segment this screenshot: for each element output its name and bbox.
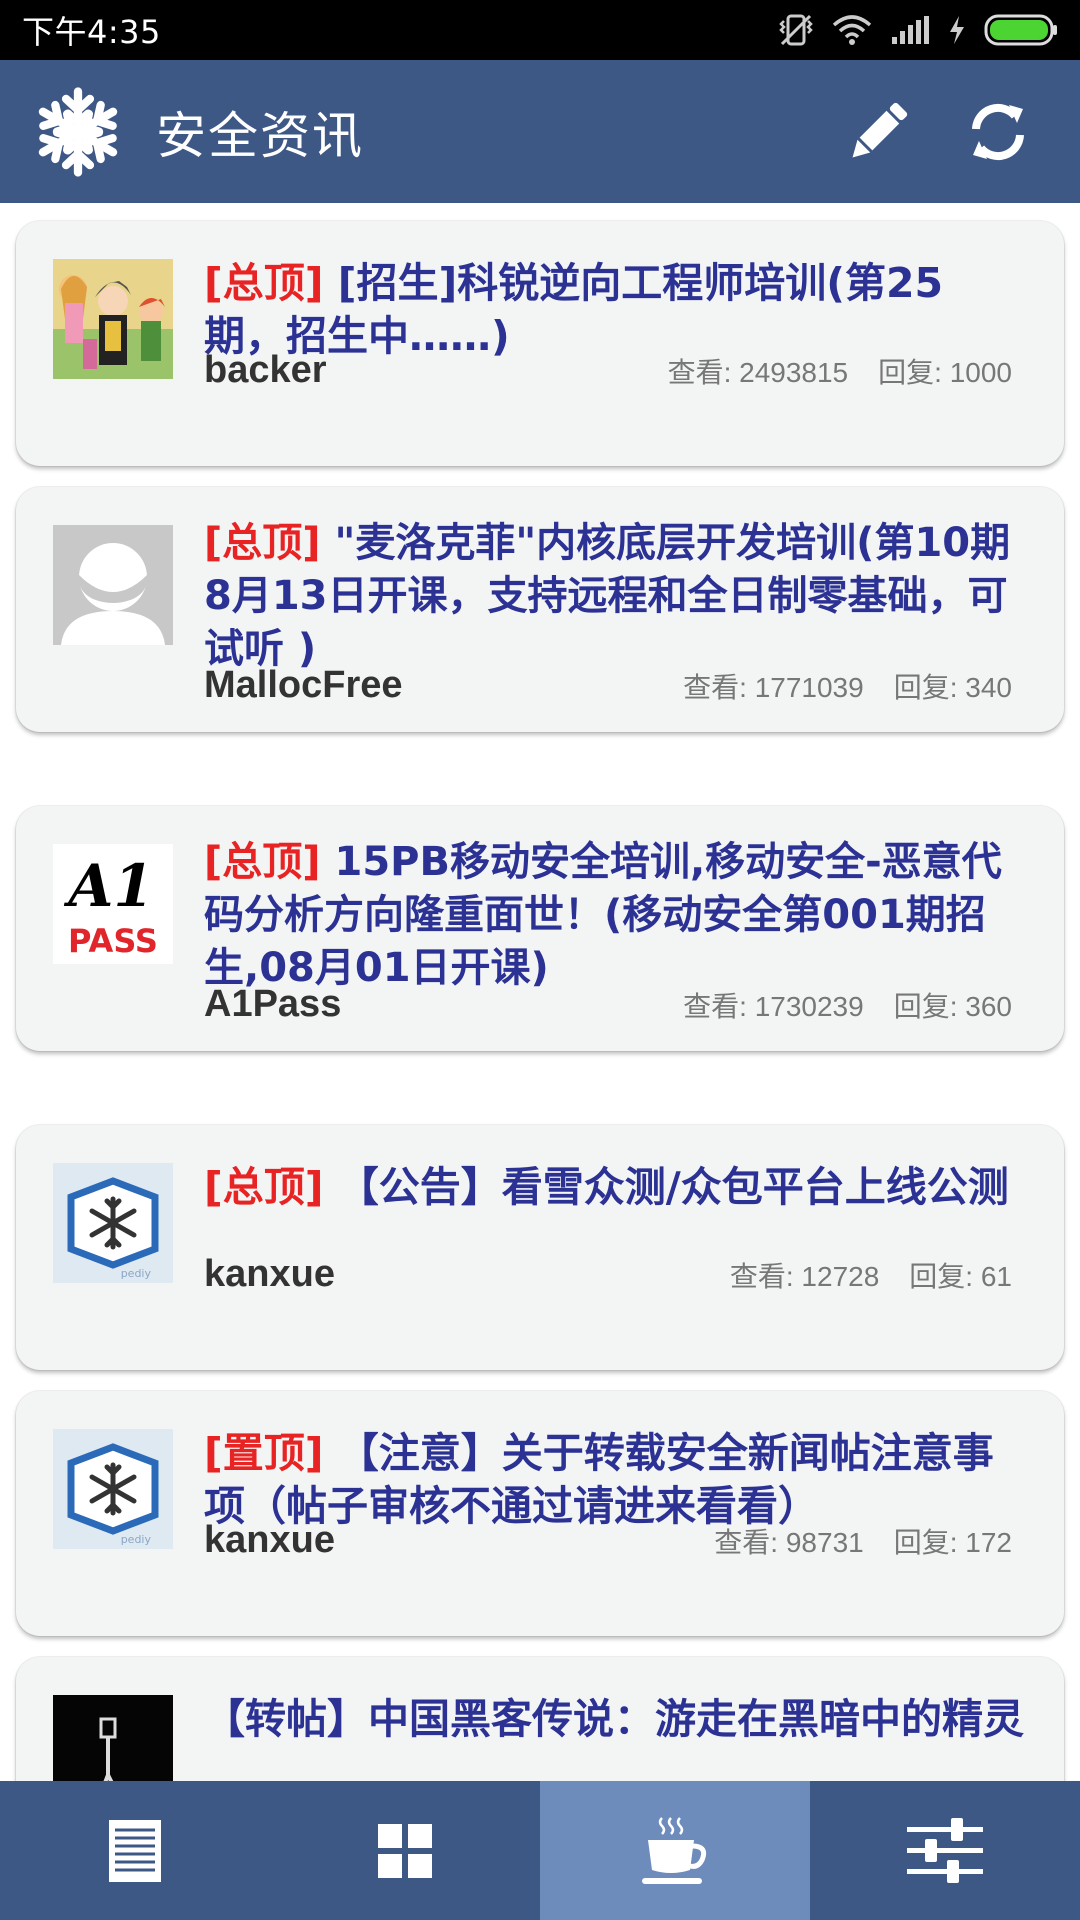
post-stats: 查看: 12728 回复: 61 — [700, 1255, 1012, 1295]
avatar — [53, 1695, 173, 1781]
coffee-icon — [642, 1816, 707, 1884]
bottom-nav — [0, 1781, 1080, 1920]
reply-count: 回复: 360 — [893, 991, 1012, 1022]
svg-text:pediy: pediy — [121, 1267, 152, 1280]
refresh-icon — [972, 103, 1024, 160]
post-title[interactable]: [总顶] [招生]科锐逆向工程师培训(第25期，招生中……) — [204, 257, 1024, 363]
svg-text:PASS: PASS — [68, 922, 158, 960]
post-tag: [总顶] — [204, 839, 321, 885]
post-meta: kanxue 查看: 12728 回复: 61 — [204, 1253, 1012, 1296]
post-stats: 查看: 98731 回复: 172 — [684, 1521, 1012, 1561]
avatar: pediy — [53, 1429, 173, 1549]
battery-icon — [984, 14, 1057, 46]
reply-count: 回复: 340 — [893, 672, 1012, 703]
post-card[interactable]: A1 PASS [总顶] 15PB移动安全培训,移动安全-恶意代码分析方向隆重面… — [16, 806, 1064, 1051]
sliders-icon — [907, 1817, 983, 1883]
post-tag: [置顶] — [204, 1429, 324, 1477]
pencil-icon — [852, 102, 908, 157]
post-title-text: 15PB移动安全培训,移动安全-恶意代码分析方向隆重面世！(移动安全第001期招… — [204, 839, 1002, 991]
post-author[interactable]: kanxue — [204, 1253, 335, 1296]
a1pass-logo-icon: A1 PASS — [53, 844, 173, 964]
view-count: 查看: 1730239 — [683, 991, 864, 1022]
post-title-text: "麦洛克菲"内核底层开发培训(第10期8月13日开课，支持远程和全日制零基础，可… — [204, 520, 1011, 672]
post-title[interactable]: [总顶] "麦洛克菲"内核底层开发培训(第10期8月13日开课，支持远程和全日制… — [204, 517, 1024, 676]
reply-count: 回复: 172 — [893, 1527, 1012, 1558]
compose-button[interactable] — [818, 72, 938, 192]
status-icons — [778, 13, 1058, 47]
nav-tab-settings[interactable] — [810, 1781, 1080, 1920]
post-author[interactable]: A1Pass — [204, 983, 341, 1026]
wifi-icon — [832, 15, 872, 45]
post-card[interactable]: [总顶] "麦洛克菲"内核底层开发培训(第10期8月13日开课，支持远程和全日制… — [16, 487, 1064, 732]
view-count: 查看: 2493815 — [667, 357, 849, 388]
dark-figure-avatar-icon — [53, 1695, 173, 1781]
post-title[interactable]: [总顶] 15PB移动安全培训,移动安全-恶意代码分析方向隆重面世！(移动安全第… — [204, 836, 1024, 995]
snowflake-logo-icon — [30, 84, 126, 180]
svg-text:A1: A1 — [63, 852, 153, 920]
pediy-logo-icon: pediy — [53, 1429, 173, 1549]
post-meta: kanxue 查看: 98731 回复: 172 — [204, 1519, 1012, 1562]
post-list[interactable]: [总顶] [招生]科锐逆向工程师培训(第25期，招生中……) backer 查看… — [0, 203, 1080, 1781]
post-title[interactable]: 【转帖】中国黑客传说：游走在黑暗中的精灵 — [204, 1693, 1024, 1746]
avatar: A1 PASS — [53, 844, 173, 964]
app-bar: 安全资讯 — [0, 60, 1080, 203]
post-tag: [总顶] — [204, 259, 324, 307]
post-meta: A1Pass 查看: 1730239 回复: 360 — [204, 983, 1012, 1026]
anime-avatar-icon — [53, 259, 173, 379]
post-title[interactable]: [置顶] 【注意】关于转载安全新闻帖注意事项（帖子审核不通过请进来看看） — [204, 1427, 1024, 1533]
status-bar: 下午4:35 — [0, 0, 1080, 60]
post-card[interactable]: pediy [总顶] 【公告】看雪众测/众包平台上线公测 kanxue 查看: … — [16, 1125, 1064, 1370]
signal-icon — [892, 16, 929, 44]
charging-icon — [950, 16, 964, 44]
post-stats: 查看: 1771039 回复: 340 — [653, 666, 1012, 706]
default-user-avatar-icon — [53, 525, 173, 645]
avatar: pediy — [53, 1163, 173, 1283]
grid-icon — [378, 1823, 432, 1878]
post-card[interactable]: 【转帖】中国黑客传说：游走在黑暗中的精灵 — [16, 1657, 1064, 1781]
post-meta: MallocFree 查看: 1771039 回复: 340 — [204, 664, 1012, 707]
list-icon — [109, 1819, 161, 1882]
post-meta: backer 查看: 2493815 回复: 1000 — [204, 349, 1012, 392]
view-count: 查看: 12728 — [729, 1261, 880, 1292]
reply-count: 回复: 61 — [909, 1261, 1012, 1292]
avatar — [53, 259, 173, 379]
post-author[interactable]: backer — [204, 349, 327, 392]
post-tag: [总顶] — [204, 520, 321, 566]
nav-tab-list[interactable] — [0, 1781, 270, 1920]
refresh-button[interactable] — [938, 72, 1058, 192]
vibrate-off-icon — [779, 14, 813, 46]
view-count: 查看: 98731 — [714, 1527, 864, 1558]
nav-tab-grid[interactable] — [270, 1781, 540, 1920]
post-card[interactable]: [总顶] [招生]科锐逆向工程师培训(第25期，招生中……) backer 查看… — [16, 221, 1064, 466]
view-count: 查看: 1771039 — [683, 672, 864, 703]
reply-count: 回复: 1000 — [878, 357, 1012, 388]
pediy-logo-icon: pediy — [53, 1163, 173, 1283]
post-title-text: 【转帖】中国黑客传说：游走在黑暗中的精灵 — [204, 1695, 1024, 1743]
nav-tab-news[interactable] — [540, 1781, 810, 1920]
avatar — [53, 525, 173, 645]
svg-text:pediy: pediy — [121, 1533, 152, 1546]
post-tag: [总顶] — [204, 1163, 324, 1211]
post-stats: 查看: 2493815 回复: 1000 — [638, 351, 1012, 391]
post-title[interactable]: [总顶] 【公告】看雪众测/众包平台上线公测 — [204, 1161, 1024, 1214]
post-stats: 查看: 1730239 回复: 360 — [653, 985, 1012, 1025]
post-title-text: 【注意】关于转载安全新闻帖注意事项（帖子审核不通过请进来看看） — [204, 1429, 994, 1530]
post-author[interactable]: MallocFree — [204, 664, 403, 707]
post-title-text: 【公告】看雪众测/众包平台上线公测 — [323, 1163, 1009, 1211]
status-time: 下午4:35 — [22, 13, 161, 51]
app-title: 安全资讯 — [156, 106, 364, 165]
post-author[interactable]: kanxue — [204, 1519, 335, 1562]
post-card[interactable]: pediy [置顶] 【注意】关于转载安全新闻帖注意事项（帖子审核不通过请进来看… — [16, 1391, 1064, 1636]
